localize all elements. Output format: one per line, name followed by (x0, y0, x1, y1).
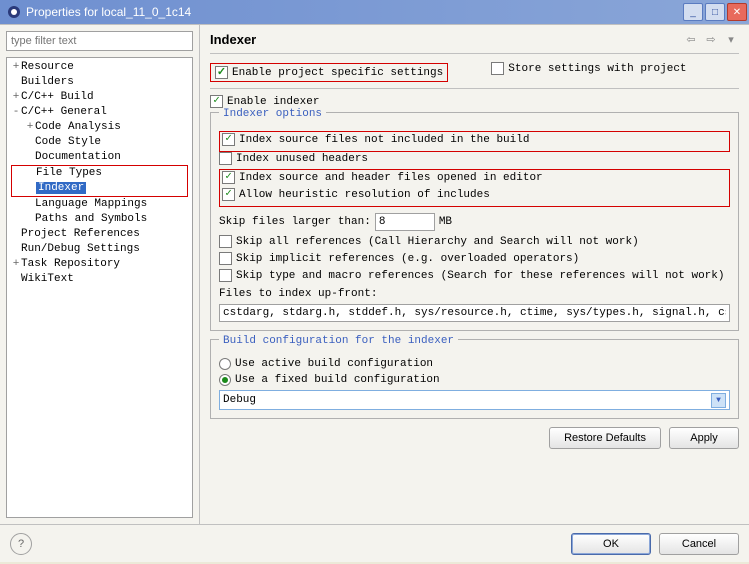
tree-item-documentation[interactable]: Documentation (11, 150, 188, 165)
tree-item-label: Paths and Symbols (35, 213, 147, 225)
restore-defaults-button[interactable]: Restore Defaults (549, 427, 661, 449)
tree-twisty-icon[interactable]: + (11, 257, 21, 272)
store-settings-checkbox[interactable] (491, 62, 504, 75)
tree-item-code-analysis[interactable]: +Code Analysis (11, 120, 188, 135)
tree-item-code-style[interactable]: Code Style (11, 135, 188, 150)
tree-item-label: Task Repository (21, 258, 120, 270)
tree-item-indexer[interactable]: Indexer (11, 181, 188, 197)
tree-item-paths-and-symbols[interactable]: Paths and Symbols (11, 212, 188, 227)
chevron-down-icon: ▼ (711, 393, 726, 408)
enable-indexer-checkbox[interactable] (210, 95, 223, 108)
menu-icon[interactable]: ▾ (723, 31, 739, 47)
indexer-options-fieldset: Indexer options Index source files not i… (210, 112, 739, 331)
tree-item-label: Code Analysis (35, 121, 121, 133)
tree-item-builders[interactable]: Builders (11, 75, 188, 90)
tree-item-label: File Types (36, 167, 102, 179)
skip-implicit-refs-checkbox[interactable] (219, 252, 232, 265)
tree-item-label: Project References (21, 228, 140, 240)
tree-item-language-mappings[interactable]: Language Mappings (11, 197, 188, 212)
help-button[interactable]: ? (10, 533, 32, 555)
skip-all-refs-label: Skip all references (Call Hierarchy and … (236, 236, 639, 248)
store-settings-label: Store settings with project (508, 63, 686, 75)
build-config-fieldset: Build configuration for the indexer Use … (210, 339, 739, 419)
skip-size-input[interactable] (375, 213, 435, 231)
tree-twisty-icon[interactable]: - (11, 105, 21, 120)
opt3-label: Index source and header files opened in … (239, 172, 543, 184)
tree-item-c-c-build[interactable]: +C/C++ Build (11, 90, 188, 105)
use-active-radio[interactable] (219, 358, 231, 370)
skip-implicit-refs-label: Skip implicit references (e.g. overloade… (236, 253, 579, 265)
apply-button[interactable]: Apply (669, 427, 739, 449)
tree-item-label: C/C++ General (21, 106, 107, 118)
tree-item-label: C/C++ Build (21, 91, 94, 103)
skip-type-refs-label: Skip type and macro references (Search f… (236, 270, 724, 282)
tree-item-project-references[interactable]: Project References (11, 227, 188, 242)
filter-input[interactable] (6, 31, 193, 51)
skip-size-unit: MB (439, 216, 452, 228)
tree-item-label: Builders (21, 76, 74, 88)
app-icon (6, 4, 22, 20)
window-title: Properties for local_11_0_1c14 (26, 5, 683, 19)
tree-item-label: Run/Debug Settings (21, 243, 140, 255)
back-icon[interactable]: ⇦ (683, 31, 699, 47)
upfront-input[interactable] (219, 304, 730, 322)
enable-specific-label: Enable project specific settings (232, 67, 443, 79)
tree-item-label: WikiText (21, 273, 74, 285)
skip-type-refs-checkbox[interactable] (219, 269, 232, 282)
ok-button[interactable]: OK (571, 533, 651, 555)
tree-item-label: Language Mappings (35, 198, 147, 210)
opt3-checkbox[interactable] (222, 171, 235, 184)
tree-item-file-types[interactable]: File Types (11, 165, 188, 181)
build-config-select[interactable]: Debug ▼ (219, 390, 730, 410)
use-active-label: Use active build configuration (235, 358, 433, 370)
opt1-checkbox[interactable] (222, 133, 235, 146)
opt2-label: Index unused headers (236, 153, 368, 165)
tree-twisty-icon[interactable]: + (25, 120, 35, 135)
enable-indexer-label: Enable indexer (227, 96, 319, 108)
skip-all-refs-checkbox[interactable] (219, 235, 232, 248)
use-fixed-label: Use a fixed build configuration (235, 374, 440, 386)
main-panel: Indexer ⇦ ⇨ ▾ Enable project specific se… (200, 25, 749, 524)
build-config-legend: Build configuration for the indexer (219, 335, 458, 347)
footer: ? OK Cancel (0, 524, 749, 562)
filter-container (6, 31, 193, 51)
opt2-checkbox[interactable] (219, 152, 232, 165)
titlebar[interactable]: Properties for local_11_0_1c14 _ □ ✕ (0, 0, 749, 24)
tree-twisty-icon[interactable]: + (11, 60, 21, 75)
tree-item-label: Documentation (35, 151, 121, 163)
page-title: Indexer (210, 32, 679, 47)
maximize-button[interactable]: □ (705, 3, 725, 21)
build-config-value: Debug (223, 394, 256, 406)
cancel-button[interactable]: Cancel (659, 533, 739, 555)
tree-item-label: Indexer (36, 182, 86, 194)
sidebar: +ResourceBuilders+C/C++ Build-C/C++ Gene… (0, 25, 200, 524)
opt4-label: Allow heuristic resolution of includes (239, 189, 490, 201)
tree-twisty-icon[interactable]: + (11, 90, 21, 105)
skip-size-label: Skip files larger than: (219, 216, 371, 228)
tree-item-resource[interactable]: +Resource (11, 60, 188, 75)
minimize-button[interactable]: _ (683, 3, 703, 21)
close-button[interactable]: ✕ (727, 3, 747, 21)
tree-item-label: Resource (21, 61, 74, 73)
nav-tree[interactable]: +ResourceBuilders+C/C++ Build-C/C++ Gene… (6, 57, 193, 518)
use-fixed-radio[interactable] (219, 374, 231, 386)
opt4-checkbox[interactable] (222, 188, 235, 201)
enable-specific-checkbox[interactable] (215, 66, 228, 79)
opt1-label: Index source files not included in the b… (239, 134, 529, 146)
tree-item-wikitext[interactable]: WikiText (11, 272, 188, 287)
indexer-options-legend: Indexer options (219, 108, 326, 120)
tree-item-task-repository[interactable]: +Task Repository (11, 257, 188, 272)
tree-item-run-debug-settings[interactable]: Run/Debug Settings (11, 242, 188, 257)
tree-item-c-c-general[interactable]: -C/C++ General (11, 105, 188, 120)
upfront-label: Files to index up-front: (219, 288, 377, 300)
forward-icon[interactable]: ⇨ (703, 31, 719, 47)
tree-item-label: Code Style (35, 136, 101, 148)
